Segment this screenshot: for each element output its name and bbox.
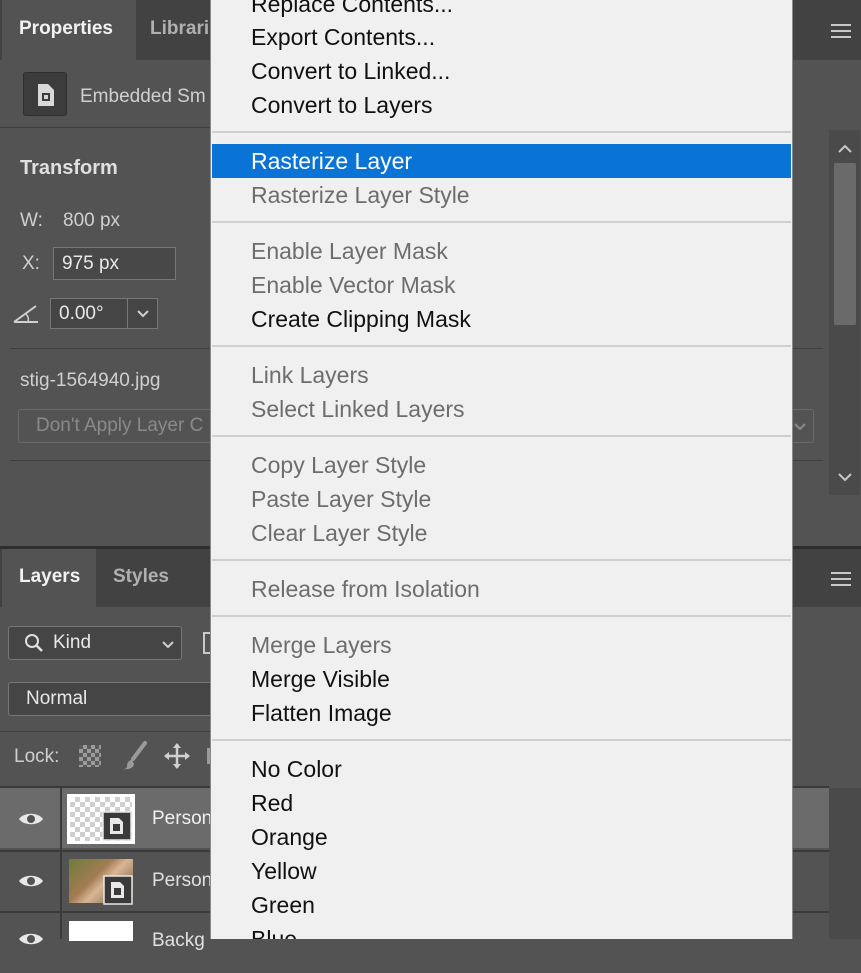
- blend-mode-select[interactable]: Normal: [8, 682, 210, 716]
- transform-section-title: Transform: [20, 157, 118, 179]
- layer-name[interactable]: Person: [152, 870, 212, 892]
- menu-item-select-linked-layers[interactable]: Select Linked Layers: [212, 392, 791, 426]
- scroll-down-icon[interactable]: [837, 470, 853, 488]
- width-value[interactable]: 800 px: [63, 210, 120, 232]
- menu-item-convert-to-layers[interactable]: Convert to Layers: [212, 88, 791, 122]
- menu-item-color-green[interactable]: Green: [212, 888, 791, 922]
- menu-separator: [212, 221, 791, 223]
- layer-name[interactable]: Person: [152, 808, 212, 830]
- menu-item-copy-layer-style[interactable]: Copy Layer Style: [212, 448, 791, 482]
- menu-item-create-clipping-mask[interactable]: Create Clipping Mask: [212, 302, 791, 336]
- menu-separator: [212, 615, 791, 617]
- menu-item-export-contents[interactable]: Export Contents...: [212, 20, 791, 54]
- angle-field[interactable]: 0.00°: [50, 298, 128, 329]
- properties-divider-3: [10, 460, 210, 461]
- lock-label: Lock:: [14, 746, 60, 767]
- menu-item-flatten-image[interactable]: Flatten Image: [212, 696, 791, 730]
- x-label: X:: [22, 253, 40, 274]
- menu-item-color-red[interactable]: Red: [212, 786, 791, 820]
- properties-divider-3b: [793, 460, 823, 461]
- x-position-field[interactable]: 975 px: [53, 247, 176, 280]
- menu-item-convert-to-linked[interactable]: Convert to Linked...: [212, 54, 791, 88]
- menu-separator: [212, 739, 791, 741]
- angle-icon: [12, 303, 40, 330]
- layers-scrollbar[interactable]: [829, 788, 861, 939]
- layers-divider: [0, 731, 210, 732]
- menu-item-color-orange[interactable]: Orange: [212, 820, 791, 854]
- menu-item-rasterize-layer-style[interactable]: Rasterize Layer Style: [212, 178, 791, 212]
- menu-separator: [212, 559, 791, 561]
- menu-item-link-layers[interactable]: Link Layers: [212, 358, 791, 392]
- layer-name[interactable]: Backg: [152, 930, 205, 952]
- tab-layers[interactable]: Layers: [2, 549, 96, 607]
- properties-divider-2b: [793, 348, 823, 349]
- tab-libraries[interactable]: Librari: [150, 0, 210, 60]
- filter-toggle-edge[interactable]: [203, 632, 210, 654]
- menu-item-clear-layer-style[interactable]: Clear Layer Style: [212, 516, 791, 550]
- properties-panel-menu-icon[interactable]: [831, 24, 851, 42]
- menu-item-enable-layer-mask[interactable]: Enable Layer Mask: [212, 234, 791, 268]
- filename-label: stig-1564940.jpg: [20, 370, 161, 391]
- lock-image-pixels-icon[interactable]: [121, 741, 149, 776]
- blend-mode-label: Normal: [26, 688, 88, 709]
- angle-dropdown-button[interactable]: [127, 298, 158, 329]
- properties-divider-2: [10, 348, 210, 349]
- layer-thumbnail-photo[interactable]: [69, 859, 133, 905]
- menu-item-release-from-isolation[interactable]: Release from Isolation: [212, 572, 791, 606]
- properties-divider: [0, 127, 210, 128]
- visibility-eye-icon[interactable]: [17, 930, 45, 948]
- scroll-up-icon[interactable]: [837, 142, 853, 160]
- visibility-eye-icon[interactable]: [17, 810, 45, 828]
- menu-item-replace-contents[interactable]: Replace Contents...: [212, 0, 791, 21]
- width-label: W:: [20, 210, 43, 231]
- chevron-down-icon: [162, 641, 174, 649]
- filter-kind-label: Kind: [53, 632, 92, 653]
- menu-item-merge-layers[interactable]: Merge Layers: [212, 628, 791, 662]
- menu-separator: [212, 345, 791, 347]
- smart-object-badge-icon: [103, 875, 133, 905]
- menu-item-paste-layer-style[interactable]: Paste Layer Style: [212, 482, 791, 516]
- search-icon: [25, 634, 43, 652]
- layers-eye-column-divider: [60, 788, 62, 939]
- layer-comp-select[interactable]: Don't Apply Layer C: [18, 409, 210, 443]
- layer-comp-select-end[interactable]: [793, 409, 814, 443]
- visibility-eye-icon[interactable]: [17, 872, 45, 890]
- lock-position-icon[interactable]: [163, 742, 191, 775]
- menu-item-merge-visible[interactable]: Merge Visible: [212, 662, 791, 696]
- smart-object-badge-icon: [102, 811, 132, 841]
- menu-item-color-blue[interactable]: Blue: [212, 922, 791, 939]
- menu-item-color-none[interactable]: No Color: [212, 752, 791, 786]
- menu-item-color-yellow[interactable]: Yellow: [212, 854, 791, 888]
- layer-thumbnail-background[interactable]: [69, 921, 133, 941]
- smart-object-type-icon: [23, 72, 67, 116]
- lock-transparent-pixels-icon[interactable]: [79, 745, 101, 767]
- layer-context-menu: Replace Contents... Export Contents... C…: [210, 0, 793, 939]
- tab-properties[interactable]: Properties: [2, 0, 136, 60]
- menu-separator: [212, 131, 791, 133]
- menu-item-rasterize-layer[interactable]: Rasterize Layer: [212, 144, 791, 178]
- properties-scroll-thumb[interactable]: [834, 163, 856, 325]
- menu-separator: [212, 435, 791, 437]
- layer-thumbnail-transparent[interactable]: [67, 794, 135, 844]
- layers-panel-menu-icon[interactable]: [831, 572, 851, 590]
- menu-item-enable-vector-mask[interactable]: Enable Vector Mask: [212, 268, 791, 302]
- object-type-label: Embedded Sm: [80, 86, 206, 107]
- tab-styles[interactable]: Styles: [113, 549, 169, 607]
- filter-kind-select[interactable]: Kind: [8, 626, 182, 660]
